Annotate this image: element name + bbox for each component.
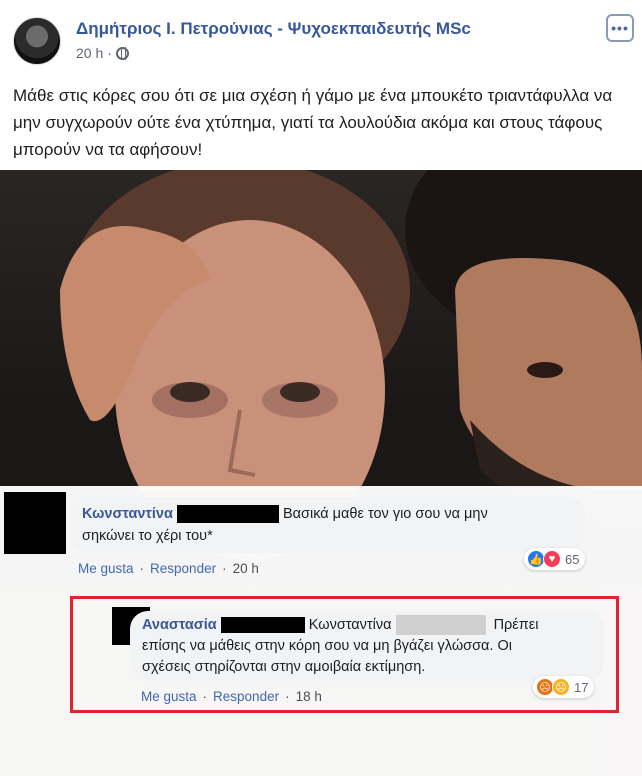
redacted-surname — [176, 505, 279, 524]
redacted-mention-surname — [395, 615, 486, 636]
reply-text: Πρέπει — [493, 617, 539, 633]
like-button[interactable]: Me gusta — [78, 561, 134, 576]
globe-icon[interactable] — [115, 46, 129, 60]
love-icon: ♥ — [543, 550, 561, 568]
comment-text: Βασικά μαθε τον γιο σου να μην — [282, 506, 488, 522]
reply-text-line2: επίσης να μάθεις στην κόρη σου να μη βγά… — [142, 638, 512, 654]
reply-actions: Me gusta · Responder · 18 h — [141, 689, 322, 704]
reply-author[interactable]: Αναστασία — [142, 617, 217, 633]
reply-time[interactable]: 18 h — [296, 689, 322, 704]
author-name[interactable]: Δημήτριος Ι. Πετρούνιας - Ψυχοεκπαιδευτή… — [76, 19, 471, 39]
reaction-summary[interactable]: 👍 ♥ 65 — [524, 548, 586, 570]
comment-bubble: Κωνσταντίνα Βασικά μαθε τον γιο σου να μ… — [70, 497, 585, 553]
reply-bubble: Αναστασία Κωνσταντίνα Πρέπει επίσης να μ… — [130, 611, 604, 681]
meta-separator: · — [107, 45, 112, 61]
post-text: Μάθε στις κόρες σου ότι σε μια σχέση ή γ… — [13, 86, 613, 159]
post-header: Δημήτριος Ι. Πετρούνιας - Ψυχοεκπαιδευτή… — [0, 0, 642, 72]
reply-text-line3: σχέσεις στηρίζονται στην αμοιβαία εκτίμη… — [142, 659, 426, 675]
comment-avatar[interactable] — [4, 492, 66, 554]
comment-time[interactable]: 20 h — [233, 561, 259, 576]
reply-button[interactable]: Responder — [213, 689, 279, 704]
comment-author[interactable]: Κωνσταντίνα — [82, 506, 173, 522]
reply-button[interactable]: Responder — [150, 561, 216, 576]
more-options-button[interactable]: ••• — [606, 14, 634, 42]
comment-text-line2: σηκώνει το χέρι του* — [82, 528, 213, 544]
reply-reaction-count: 17 — [574, 679, 589, 695]
author-avatar[interactable] — [13, 17, 61, 65]
comment-actions: Me gusta · Responder · 20 h — [78, 561, 259, 576]
post-time[interactable]: 20 h — [76, 45, 103, 61]
mention-name[interactable]: Κωνσταντίνα — [309, 617, 392, 633]
reply-reaction-summary[interactable]: ☹ ☹ 17 — [533, 676, 595, 698]
post-meta: 20 h · — [76, 45, 129, 61]
redacted-surname — [220, 617, 305, 634]
sad-icon: ☹ — [552, 678, 570, 696]
reaction-count: 65 — [565, 551, 580, 567]
more-options-icon: ••• — [611, 20, 629, 36]
like-button[interactable]: Me gusta — [141, 689, 197, 704]
